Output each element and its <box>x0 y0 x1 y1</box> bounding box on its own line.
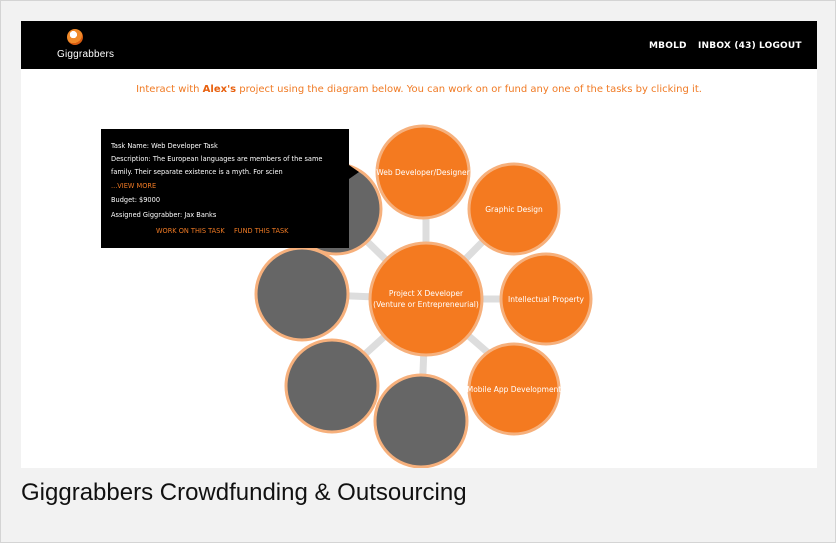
tooltip-view-more-link[interactable]: ...VIEW MORE <box>111 180 156 192</box>
work-on-task-link[interactable]: WORK ON THIS TASK <box>156 225 225 237</box>
project-center-node[interactable]: Project X Developer (Venture or Entrepre… <box>368 241 484 357</box>
task-node-graphic[interactable]: Graphic Design <box>467 162 561 256</box>
task-label-graphic: Graphic Design <box>485 205 543 214</box>
tooltip-assigned: Assigned Giggrabber: Jax Banks <box>111 211 217 219</box>
fund-task-link[interactable]: FUND THIS TASK <box>234 225 288 237</box>
task-node-web[interactable]: Web Developer/Designer <box>375 124 471 220</box>
empty-task-node-left[interactable] <box>254 246 350 342</box>
task-node-mobile[interactable]: Mobile App Development <box>467 342 562 436</box>
tooltip-description-line2: family. Their separate existence is a my… <box>111 168 283 176</box>
task-label-web: Web Developer/Designer <box>376 168 470 177</box>
empty-task-node-bottom[interactable] <box>373 373 469 468</box>
screenshot-frame: Giggrabbers MBOLD INBOX (43) LOGOUT Inte… <box>0 0 836 543</box>
page-caption: Giggrabbers Crowdfunding & Outsourcing <box>21 479 467 506</box>
tooltip-description-line1: Description: The European languages are … <box>111 155 323 163</box>
app-screenshot: Giggrabbers MBOLD INBOX (43) LOGOUT Inte… <box>21 21 817 468</box>
tooltip-task-name: Task Name: Web Developer Task <box>111 142 218 150</box>
center-label-line1: Project X Developer <box>389 289 464 298</box>
empty-task-node-lower-left[interactable] <box>284 338 380 434</box>
tooltip-pointer <box>349 165 359 179</box>
tooltip-budget: Budget: $9000 <box>111 196 161 204</box>
task-tooltip: Task Name: Web Developer Task Descriptio… <box>101 129 349 248</box>
task-label-mobile: Mobile App Development <box>467 385 562 394</box>
task-node-ip[interactable]: Intellectual Property <box>499 252 593 346</box>
task-label-ip: Intellectual Property <box>508 295 584 304</box>
center-label-line2: (Venture or Entrepreneurial) <box>373 300 479 309</box>
